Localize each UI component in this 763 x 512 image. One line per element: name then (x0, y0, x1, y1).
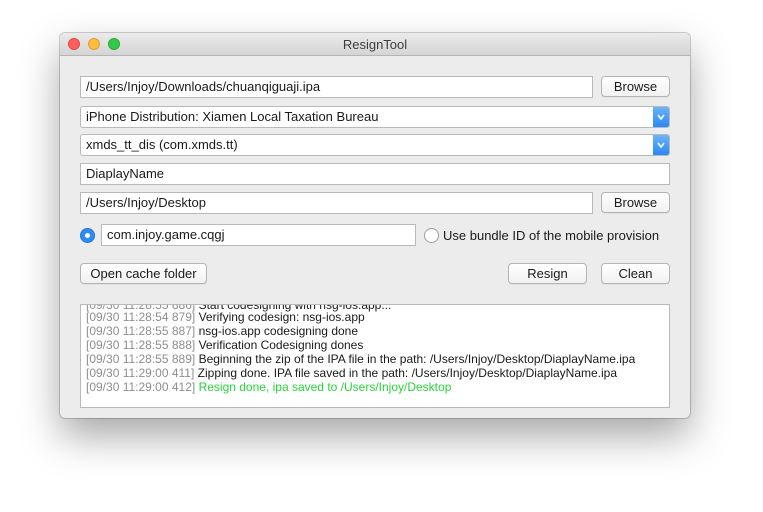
open-cache-folder-button[interactable]: Open cache folder (80, 263, 207, 284)
display-name-field[interactable]: DiaplayName (80, 163, 670, 185)
bundle-id-field[interactable]: com.injoy.game.cqgj (101, 224, 416, 246)
provisioning-profile-select[interactable]: xmds_tt_dis (com.xmds.tt) (80, 134, 670, 156)
profile-bundle-id-label[interactable]: Use bundle ID of the mobile provision (443, 228, 659, 243)
browse-output-button[interactable]: Browse (601, 192, 670, 213)
clean-button[interactable]: Clean (601, 263, 670, 284)
certificate-select-value: iPhone Distribution: Xiamen Local Taxati… (86, 109, 379, 124)
window-title: ResignTool (342, 37, 408, 52)
certificate-select[interactable]: iPhone Distribution: Xiamen Local Taxati… (80, 106, 670, 128)
chevron-down-icon (653, 107, 669, 127)
custom-bundle-id-radio[interactable] (80, 228, 95, 243)
log-line: [09/30 11:28:55 889] Beginning the zip o… (86, 352, 636, 366)
profile-bundle-id-radio[interactable] (424, 228, 439, 243)
log-line: [09/30 11:28:55 887] nsg-ios.app codesig… (86, 324, 359, 338)
title-bar[interactable]: ResignTool (60, 33, 690, 56)
chevron-down-icon (653, 135, 669, 155)
log-line: [09/30 11:28:54 879] Verifying codesign:… (86, 310, 365, 324)
output-path-field[interactable]: /Users/Injoy/Desktop (80, 192, 593, 214)
ipa-path-field[interactable]: /Users/Injoy/Downloads/chuanqiguaji.ipa (80, 76, 593, 98)
log-line: [09/30 11:29:00 412] Resign done, ipa sa… (86, 380, 452, 394)
log-line: [09/30 11:29:00 411] Zipping done. IPA f… (86, 366, 618, 380)
provisioning-profile-select-value: xmds_tt_dis (com.xmds.tt) (86, 137, 238, 152)
resign-button[interactable]: Resign (508, 263, 587, 284)
browse-ipa-button[interactable]: Browse (601, 76, 670, 97)
log-output[interactable]: [09/30 11:28:55 886] Start codesigning w… (80, 304, 670, 408)
log-line: [09/30 11:28:55 888] Verification Codesi… (86, 338, 364, 352)
resign-tool-window: ResignTool /Users/Injoy/Downloads/chuanq… (60, 33, 690, 418)
